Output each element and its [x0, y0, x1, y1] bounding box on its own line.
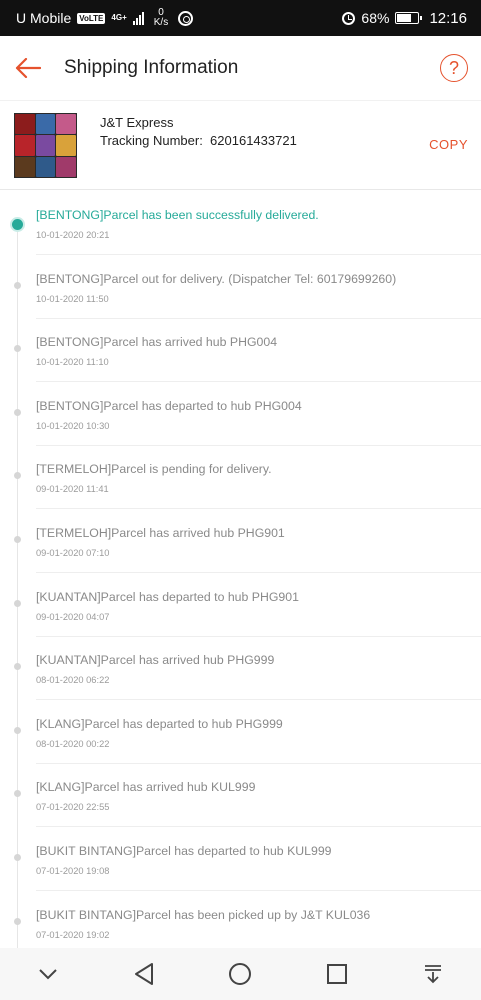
event-timestamp: 07-01-2020 19:08	[36, 866, 110, 876]
screen: U Mobile VoLTE 4G+ 0 K/s 68% 12:16 Shipp…	[0, 0, 481, 1000]
event-timestamp: 08-01-2020 06:22	[36, 675, 110, 686]
timeline-dot-icon	[14, 790, 21, 798]
timeline-event: [TERMELOH]Parcel has arrived hub PHG901 0…	[0, 509, 481, 573]
event-description: [BUKIT BINTANG]Parcel has been picked up…	[36, 907, 371, 922]
timeline-event: [TERMELOH]Parcel is pending for delivery…	[0, 445, 481, 510]
event-timestamp: 08-01-2020 00:22	[36, 738, 110, 749]
event-timestamp: 10-01-2020 10:30	[36, 420, 110, 431]
timeline-dot-icon	[14, 345, 21, 353]
tracking-timeline[interactable]: [BENTONG]Parcel has been successfully de…	[0, 191, 481, 948]
network-speed: 0 K/s	[154, 8, 168, 28]
collapse-button[interactable]	[28, 954, 68, 994]
nav-home-button[interactable]	[220, 954, 260, 994]
event-description: [BUKIT BINTANG]Parcel has departed to hu…	[36, 844, 332, 858]
event-timestamp: 10-01-2020 20:21	[36, 230, 110, 240]
event-description: [KUANTAN]Parcel has departed to hub PHG9…	[36, 589, 299, 604]
timeline-dot-icon	[14, 663, 21, 671]
app-header: Shipping Information ?	[0, 36, 481, 100]
help-button[interactable]: ?	[440, 54, 468, 82]
status-right: 68% 12:16	[342, 10, 467, 27]
timeline-dot-icon	[14, 917, 21, 925]
timeline-dot-icon	[14, 472, 21, 480]
event-timestamp: 10-01-2020 11:50	[36, 293, 109, 304]
network-type-label: 4G+	[111, 13, 127, 22]
event-description: [KLANG]Parcel has arrived hub KUL999	[36, 780, 256, 795]
clock: 12:16	[429, 9, 467, 27]
package-summary: J&T Express Tracking Number: 62016143372…	[0, 100, 481, 190]
event-description: [BENTONG]Parcel has departed to hub PHG0…	[36, 398, 302, 413]
event-description: [BENTONG]Parcel out for delivery. (Dispa…	[36, 271, 397, 286]
carrier-label: U Mobile	[16, 10, 72, 26]
copy-button[interactable]: COPY	[429, 137, 468, 152]
timeline-dot-icon	[14, 536, 21, 543]
back-triangle-icon	[135, 963, 154, 985]
timeline-dot-icon	[14, 854, 21, 861]
status-left: U Mobile VoLTE 4G+ 0 K/s	[16, 8, 342, 28]
event-description: [BENTONG]Parcel has arrived hub PHG004	[36, 335, 278, 350]
battery-percent: 68%	[361, 10, 390, 26]
event-timestamp: 09-01-2020 11:41	[36, 484, 109, 495]
timeline-event: [BENTONG]Parcel out for delivery. (Dispa…	[0, 255, 481, 319]
timeline-event: [KUANTAN]Parcel has departed to hub PHG9…	[0, 573, 481, 637]
alarm-icon	[342, 11, 356, 25]
status-bar: U Mobile VoLTE 4G+ 0 K/s 68% 12:16	[0, 0, 481, 36]
event-timestamp: 09-01-2020 07:10	[36, 548, 110, 558]
tracking-number: Tracking Number: 620161433721	[100, 133, 297, 148]
system-nav-bar	[0, 948, 481, 1000]
speed-unit: K/s	[153, 17, 169, 28]
arrow-left-icon	[15, 58, 41, 78]
event-description: [BENTONG]Parcel has been successfully de…	[36, 208, 319, 222]
event-description: [TERMELOH]Parcel is pending for delivery…	[36, 462, 272, 477]
battery-icon	[395, 12, 423, 24]
timeline-dot-icon	[14, 726, 21, 734]
timeline-event: [KLANG]Parcel has departed to hub PHG999…	[0, 700, 481, 764]
recents-square-icon	[326, 964, 347, 984]
chevron-down-icon	[39, 969, 57, 980]
event-timestamp: 10-01-2020 11:10	[36, 357, 109, 368]
back-button[interactable]	[0, 36, 56, 100]
courier-name: J&T Express	[100, 115, 174, 130]
event-description: [KUANTAN]Parcel has arrived hub PHG999	[36, 653, 275, 668]
timeline-dot-icon	[14, 599, 21, 607]
volte-icon: VoLTE	[77, 12, 106, 24]
timeline-event: [BENTONG]Parcel has arrived hub PHG004 10…	[0, 318, 481, 383]
question-circle-icon: ?	[448, 57, 459, 78]
timeline-event: [BUKIT BINTANG]Parcel has departed to hu…	[0, 827, 481, 891]
timeline-event: [KUANTAN]Parcel has arrived hub PHG999 08…	[0, 636, 481, 701]
signal-icon	[132, 11, 144, 25]
battery-fill	[397, 14, 412, 22]
product-thumbnail[interactable]	[14, 113, 77, 178]
event-description: [TERMELOH]Parcel has arrived hub PHG901	[36, 526, 285, 540]
timeline-event: [BENTONG]Parcel has been successfully de…	[0, 191, 481, 255]
timeline-dot-icon	[14, 408, 21, 416]
nav-back-button[interactable]	[124, 954, 164, 994]
notification-pull-icon	[424, 965, 441, 984]
home-circle-icon	[229, 963, 252, 985]
whatsapp-icon	[178, 10, 194, 26]
page-title: Shipping Information	[64, 57, 239, 78]
timeline-dot-icon	[14, 281, 21, 289]
event-description: [KLANG]Parcel has departed to hub PHG999	[36, 716, 283, 731]
nav-recents-button[interactable]	[317, 954, 357, 994]
event-timestamp: 07-01-2020 19:02	[36, 929, 110, 940]
event-timestamp: 07-01-2020 22:55	[36, 802, 110, 813]
timeline-event: [KLANG]Parcel has arrived hub KUL999 07-0…	[0, 763, 481, 828]
timeline-event: [BENTONG]Parcel has departed to hub PHG0…	[0, 382, 481, 446]
nav-notification-button[interactable]	[413, 954, 453, 994]
timeline-event: [BUKIT BINTANG]Parcel has been picked up…	[0, 891, 481, 948]
event-timestamp: 09-01-2020 04:07	[36, 611, 110, 622]
timeline-dot-active-icon	[12, 219, 23, 230]
